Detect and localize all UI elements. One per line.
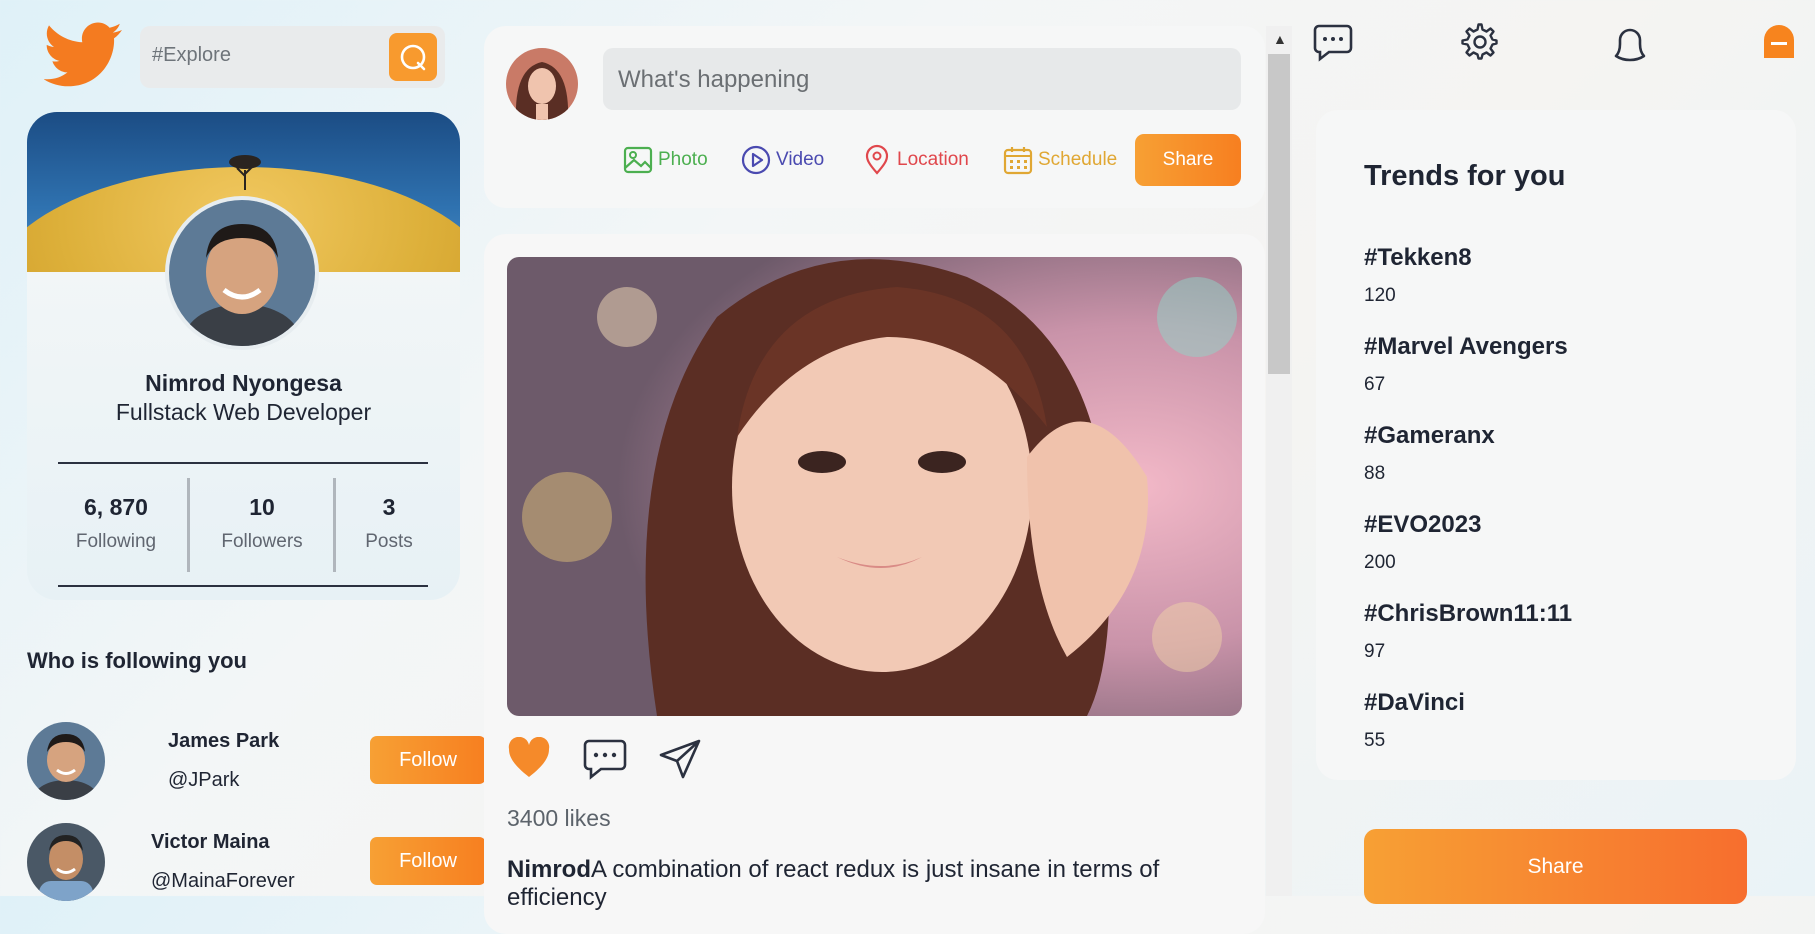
trend-item[interactable]: #DaVinci 55: [1364, 689, 1465, 752]
search-bar: #Explore: [140, 26, 445, 88]
post-text: A combination of react redux is just ins…: [507, 856, 1160, 911]
notification-bell-icon[interactable]: [1608, 22, 1652, 66]
stats-divider-top: [58, 462, 428, 464]
trend-item[interactable]: #Marvel Avengers 67: [1364, 333, 1568, 396]
scroll-up-arrow-icon[interactable]: ▲: [1273, 31, 1287, 47]
post-image[interactable]: [507, 257, 1242, 716]
stat-divider: [187, 478, 190, 572]
location-pin-icon: [865, 144, 889, 175]
heart-icon[interactable]: [507, 737, 551, 781]
followers-section-title: Who is following you: [27, 648, 247, 673]
search-icon: [400, 44, 426, 71]
image-icon: [623, 146, 653, 174]
trend-item[interactable]: #Gameranx 88: [1364, 422, 1495, 485]
photo-option[interactable]: Photo: [622, 144, 708, 176]
trend-count: 88: [1364, 463, 1386, 484]
video-option[interactable]: Video: [740, 144, 824, 176]
option-label: Video: [776, 149, 825, 170]
stat-label: Following: [75, 531, 157, 552]
post-author[interactable]: Nimrod: [507, 856, 591, 883]
send-icon[interactable]: [659, 737, 703, 781]
follower-avatar[interactable]: [27, 823, 105, 901]
search-button[interactable]: [389, 33, 437, 81]
whats-happening-input[interactable]: What's happening: [603, 48, 1241, 110]
follower-handle: @JPark: [168, 769, 240, 791]
trends-panel: Trends for you #Tekken8 120 #Marvel Aven…: [1316, 110, 1796, 780]
share-button[interactable]: Share: [1364, 829, 1747, 904]
schedule-option[interactable]: Schedule: [1002, 144, 1117, 176]
follower-item: Victor Maina @MainaForever Follow: [27, 823, 487, 903]
stat-posts[interactable]: 3 Posts: [356, 494, 422, 553]
stat-following[interactable]: 6, 870 Following: [62, 494, 170, 553]
comment-icon[interactable]: [583, 737, 627, 781]
trend-item[interactable]: #EVO2023 200: [1364, 511, 1481, 574]
feed-scrollbar[interactable]: ▲: [1266, 26, 1292, 896]
trend-count: 97: [1364, 641, 1386, 662]
trend-count: 120: [1364, 285, 1396, 306]
stat-followers[interactable]: 10 Followers: [212, 494, 312, 553]
composer-avatar[interactable]: [506, 48, 578, 120]
follower-name: Victor Maina: [151, 831, 270, 853]
feed-post: 3400 likes NimrodA combination of react …: [484, 234, 1265, 934]
trend-tag[interactable]: #EVO2023: [1364, 511, 1481, 539]
search-input[interactable]: #Explore: [152, 44, 231, 67]
trend-count: 55: [1364, 730, 1386, 751]
option-label: Location: [897, 149, 969, 170]
follow-button[interactable]: Follow: [370, 837, 486, 885]
likes-count: 3400 likes: [507, 805, 611, 831]
post-composer: What's happening Photo Video Location Sc…: [484, 26, 1265, 208]
follower-avatar[interactable]: [27, 722, 105, 800]
option-label: Schedule: [1038, 149, 1118, 170]
post-caption: NimrodA combination of react redux is ju…: [507, 856, 1242, 912]
follower-name: James Park: [168, 730, 280, 752]
trend-count: 200: [1364, 552, 1396, 573]
trend-tag[interactable]: #DaVinci: [1364, 689, 1465, 717]
trend-tag[interactable]: #Tekken8: [1364, 244, 1472, 272]
follower-handle: @MainaForever: [151, 870, 295, 892]
trend-item[interactable]: #ChrisBrown11:11 97: [1364, 600, 1572, 663]
stat-value: 10: [249, 494, 275, 520]
stat-value: 3: [382, 494, 396, 520]
trend-count: 67: [1364, 374, 1386, 395]
trend-tag[interactable]: #Marvel Avengers: [1364, 333, 1568, 361]
twitter-logo-icon[interactable]: [43, 22, 124, 92]
play-circle-icon: [741, 145, 771, 175]
location-option[interactable]: Location: [861, 144, 969, 176]
user-avatar-icon[interactable]: [1760, 24, 1798, 62]
option-label: Photo: [658, 149, 708, 170]
trend-tag[interactable]: #Gameranx: [1364, 422, 1495, 450]
stats-divider-bottom: [58, 585, 428, 587]
trends-title: Trends for you: [1364, 160, 1566, 192]
trend-tag[interactable]: #ChrisBrown11:11: [1364, 600, 1572, 628]
composer-share-button[interactable]: Share: [1135, 134, 1241, 186]
messages-icon[interactable]: [1313, 22, 1353, 62]
profile-name: Nimrod Nyongesa: [145, 370, 342, 396]
stat-label: Posts: [365, 531, 413, 552]
follower-item: James Park @JPark Follow: [27, 722, 487, 802]
stat-divider: [333, 478, 336, 572]
gear-icon[interactable]: [1460, 22, 1500, 62]
profile-avatar[interactable]: [169, 200, 315, 346]
trend-item[interactable]: #Tekken8 120: [1364, 244, 1472, 307]
scrollbar-thumb[interactable]: [1268, 54, 1290, 374]
stat-label: Followers: [221, 531, 303, 552]
profile-role: Fullstack Web Developer: [115, 399, 372, 425]
follow-button[interactable]: Follow: [370, 736, 486, 784]
composer-placeholder: What's happening: [618, 66, 810, 93]
stat-value: 6, 870: [84, 494, 148, 520]
calendar-icon: [1003, 147, 1033, 175]
